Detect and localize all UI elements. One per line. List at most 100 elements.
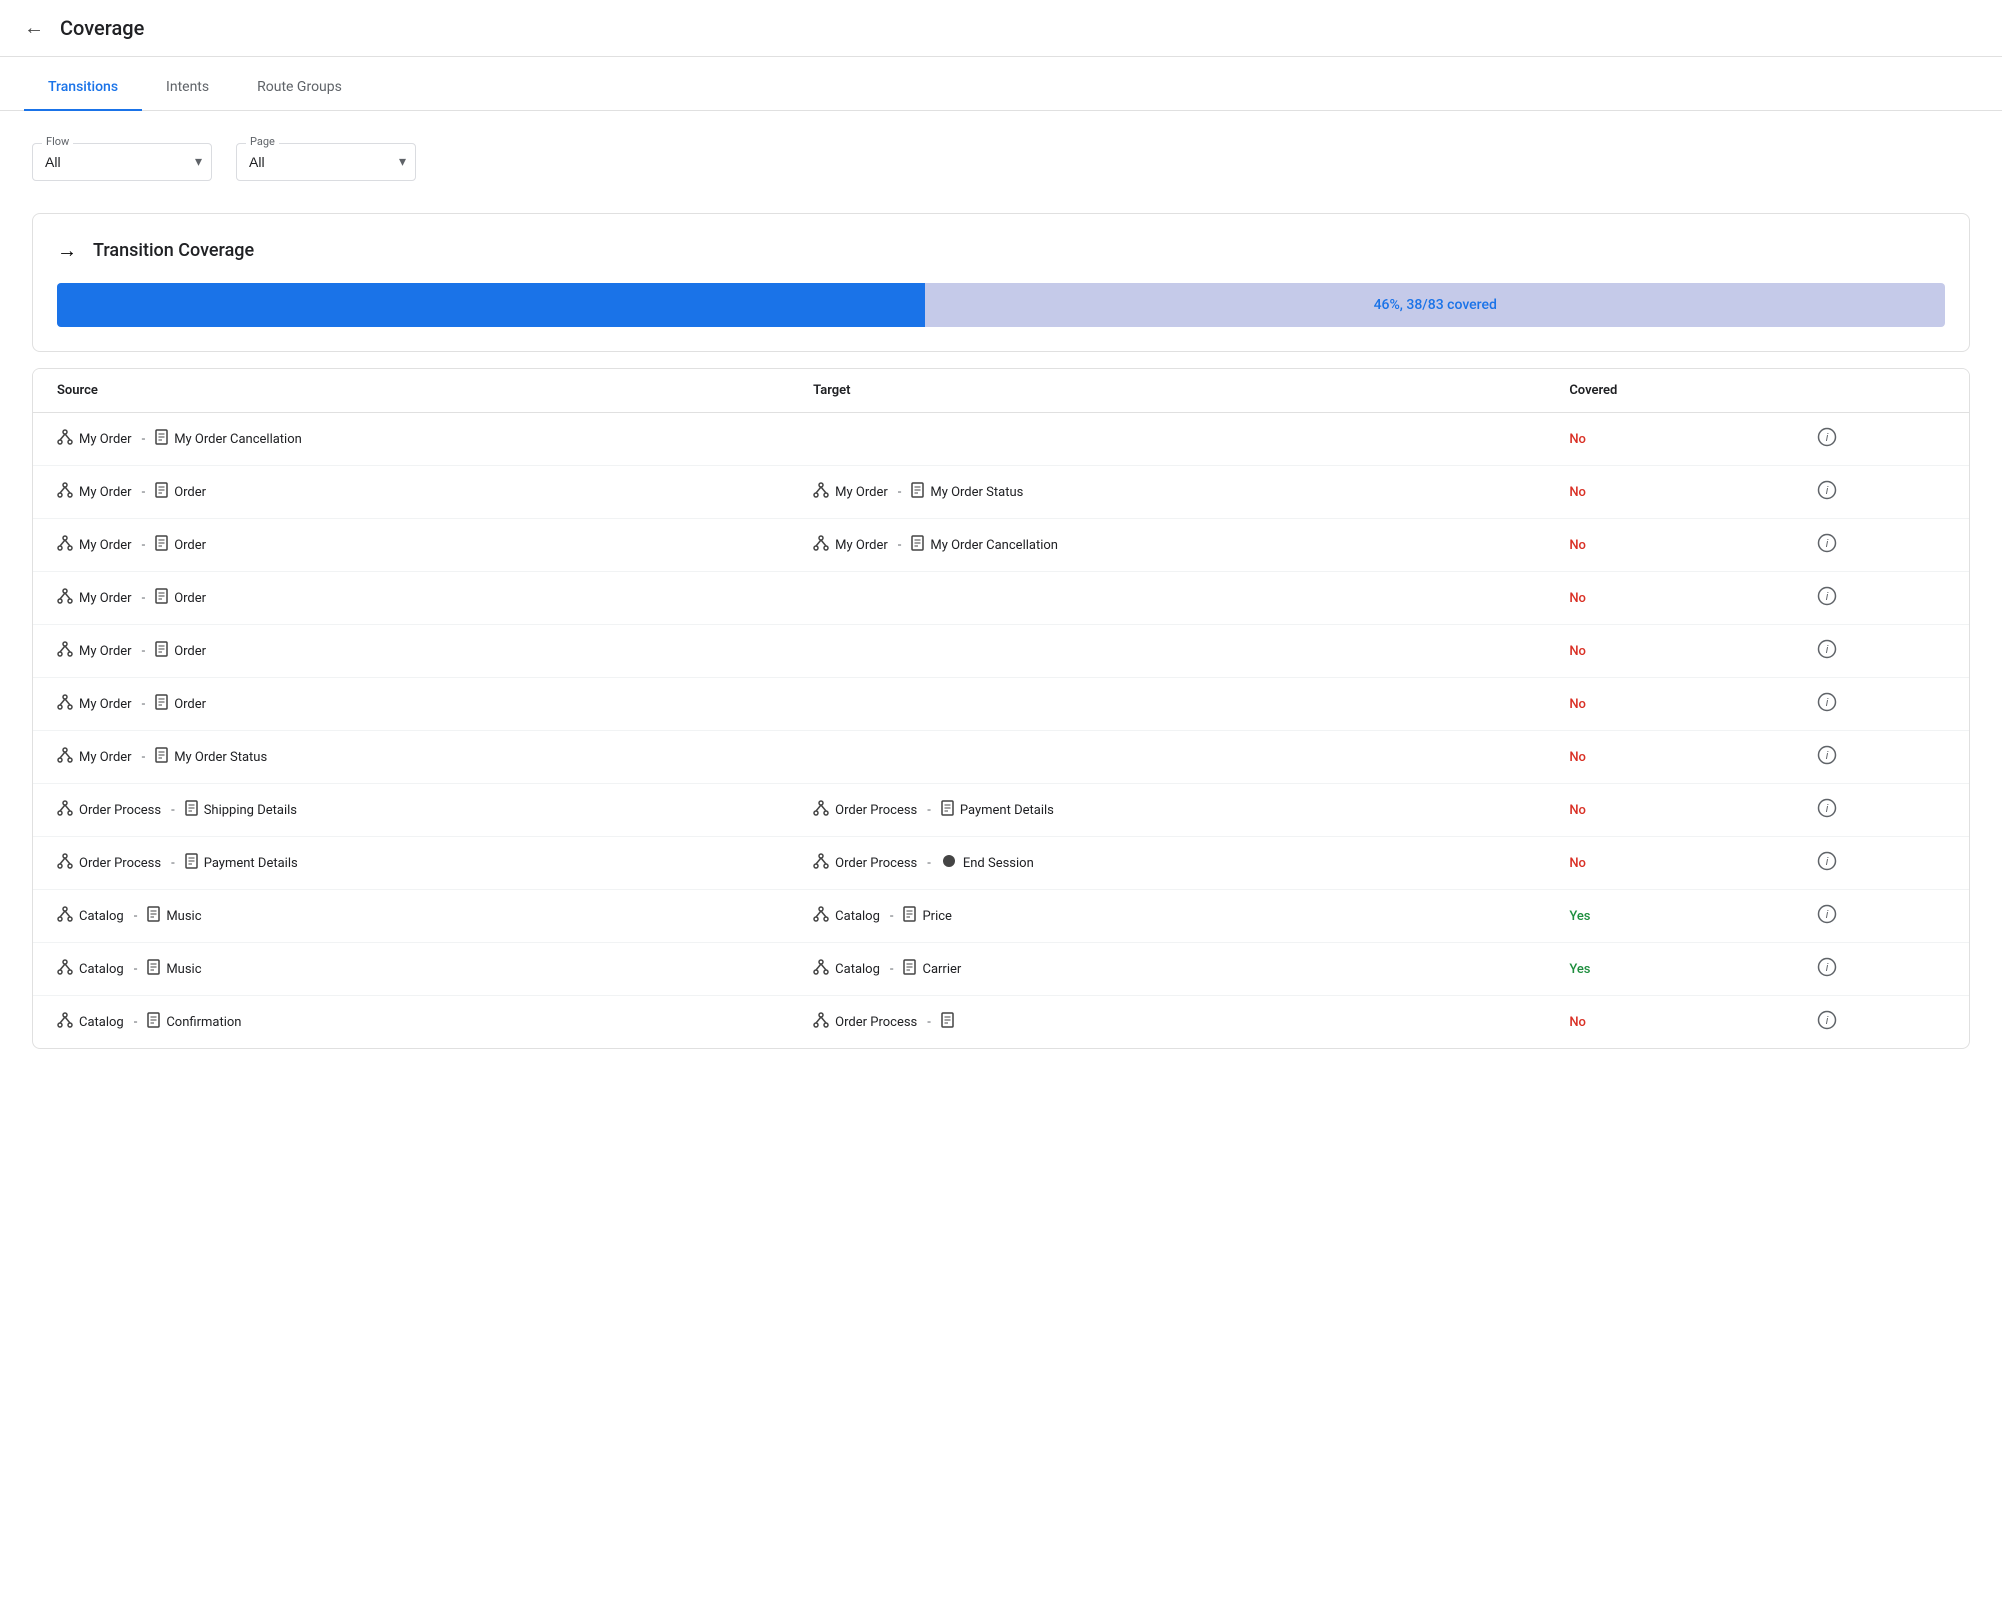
info-icon[interactable]: i [1817, 648, 1837, 663]
table-row: My Order - Order No i [33, 625, 1969, 678]
action-cell[interactable]: i [1793, 572, 1969, 625]
info-icon[interactable]: i [1817, 1019, 1837, 1034]
source-flow-icon [57, 747, 73, 767]
info-icon[interactable]: i [1817, 701, 1837, 716]
covered-status: No [1569, 644, 1586, 659]
info-icon[interactable]: i [1817, 966, 1837, 981]
source-flow-icon [813, 906, 829, 926]
cell-page-icon [903, 959, 916, 979]
svg-text:i: i [1826, 750, 1829, 762]
source-cell: Catalog - Music [33, 890, 789, 943]
cell-page-name: Order [174, 591, 206, 606]
covered-status: No [1569, 1015, 1586, 1030]
cell-flow-name: My Order [79, 432, 132, 447]
source-cell: My Order - My Order Status [33, 731, 789, 784]
cell-content: My Order - My Order Status [813, 482, 1521, 502]
action-cell[interactable]: i [1793, 996, 1969, 1049]
action-cell[interactable]: i [1793, 943, 1969, 996]
cell-page-name: Confirmation [166, 1015, 241, 1030]
cell-dash: - [927, 856, 931, 871]
action-cell[interactable]: i [1793, 784, 1969, 837]
page-header: ← Coverage [0, 0, 2002, 57]
covered-status: No [1569, 538, 1586, 553]
cell-page-name: Music [166, 909, 201, 924]
info-icon[interactable]: i [1817, 595, 1837, 610]
info-icon[interactable]: i [1817, 860, 1837, 875]
cell-flow-name: Catalog [79, 962, 124, 977]
action-cell[interactable]: i [1793, 466, 1969, 519]
covered-cell: No [1545, 466, 1793, 519]
target-cell [789, 678, 1545, 731]
transitions-table: Source Target Covered My Order - My Orde… [33, 369, 1969, 1048]
progress-bar-rest: 46%, 38/83 covered [925, 283, 1945, 327]
cell-content: Catalog - Price [813, 906, 1521, 926]
cell-page-icon [941, 800, 954, 820]
info-icon[interactable]: i [1817, 489, 1837, 504]
cell-page-icon [147, 959, 160, 979]
info-icon[interactable]: i [1817, 913, 1837, 928]
cell-content: My Order - Order [57, 694, 765, 714]
action-cell[interactable]: i [1793, 678, 1969, 731]
flow-filter-label: Flow [42, 135, 73, 148]
table-row: Order Process - Shipping Details Order P… [33, 784, 1969, 837]
source-flow-icon [57, 694, 73, 714]
source-flow-icon [813, 853, 829, 873]
action-cell[interactable]: i [1793, 413, 1969, 466]
cell-page-name: Music [166, 962, 201, 977]
info-icon[interactable]: i [1817, 436, 1837, 451]
tab-intents[interactable]: Intents [142, 65, 233, 111]
cell-flow-name: Order Process [79, 803, 161, 818]
table-row: Catalog - Confirmation Order Process - N… [33, 996, 1969, 1049]
action-cell[interactable]: i [1793, 837, 1969, 890]
cell-dash: - [142, 591, 146, 606]
source-flow-icon [57, 1012, 73, 1032]
table-row: My Order - My Order Status No i [33, 731, 1969, 784]
progress-bar-fill [57, 283, 925, 327]
info-icon[interactable]: i [1817, 542, 1837, 557]
table-row: Catalog - Music Catalog - Carrier Yes i [33, 943, 1969, 996]
info-icon[interactable]: i [1817, 807, 1837, 822]
action-cell[interactable]: i [1793, 625, 1969, 678]
back-button[interactable]: ← [24, 17, 44, 40]
page-select[interactable]: All [236, 143, 416, 181]
cell-page-icon [147, 906, 160, 926]
source-cell: My Order - Order [33, 678, 789, 731]
progress-bar: 46%, 38/83 covered [57, 283, 1945, 327]
cell-content: Order Process - Payment Details [57, 853, 765, 873]
cell-dash: - [134, 909, 138, 924]
source-flow-icon [57, 588, 73, 608]
cell-content: My Order - Order [57, 641, 765, 661]
svg-text:i: i [1826, 591, 1829, 603]
cell-flow-name: Order Process [835, 856, 917, 871]
info-icon[interactable]: i [1817, 754, 1837, 769]
action-cell[interactable]: i [1793, 519, 1969, 572]
cell-page-name: Order [174, 644, 206, 659]
cell-dash: - [898, 485, 902, 500]
source-cell: My Order - My Order Cancellation [33, 413, 789, 466]
cell-page-icon [155, 641, 168, 661]
covered-status: No [1569, 697, 1586, 712]
progress-bar-label: 46%, 38/83 covered [925, 297, 1945, 313]
cell-flow-name: Catalog [835, 962, 880, 977]
cell-page-name: Order [174, 538, 206, 553]
cell-dash: - [142, 644, 146, 659]
transitions-table-container: Source Target Covered My Order - My Orde… [32, 368, 1970, 1049]
page-title: Coverage [60, 16, 144, 40]
source-flow-icon [813, 800, 829, 820]
covered-cell: No [1545, 572, 1793, 625]
action-cell[interactable]: i [1793, 731, 1969, 784]
cell-dash: - [890, 962, 894, 977]
target-cell [789, 413, 1545, 466]
source-flow-icon [57, 853, 73, 873]
source-flow-icon [57, 906, 73, 926]
cell-flow-name: Order Process [835, 1015, 917, 1030]
coverage-card: → Transition Coverage 46%, 38/83 covered [32, 213, 1970, 352]
covered-status: No [1569, 803, 1586, 818]
action-cell[interactable]: i [1793, 890, 1969, 943]
cell-content: My Order - Order [57, 535, 765, 555]
cell-dash: - [898, 538, 902, 553]
tab-transitions[interactable]: Transitions [24, 65, 142, 111]
flow-select[interactable]: All [32, 143, 212, 181]
svg-text:i: i [1826, 803, 1829, 815]
tab-route-groups[interactable]: Route Groups [233, 65, 366, 111]
